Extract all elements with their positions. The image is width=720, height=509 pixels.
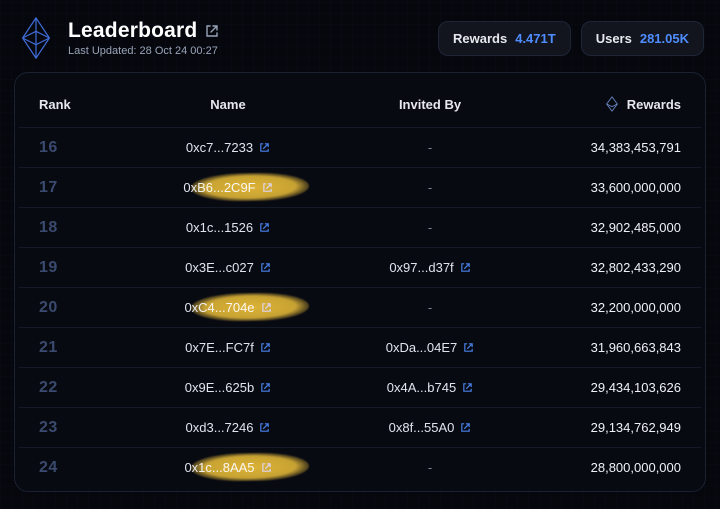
external-link-icon[interactable] bbox=[205, 24, 219, 38]
empty-value: - bbox=[428, 180, 432, 195]
header-left: Leaderboard Last Updated: 28 Oct 24 00:2… bbox=[16, 16, 219, 60]
invited-by-cell: - bbox=[329, 300, 531, 315]
table-row[interactable]: 22 0x9E...625b 0x4A...b745 29,434,103,626 bbox=[19, 367, 701, 407]
invited-by-cell: - bbox=[329, 180, 531, 195]
address-link[interactable]: 0xd3...7246 bbox=[186, 420, 254, 435]
rewards-pill: Rewards 4.471T bbox=[438, 21, 571, 56]
rewards-cell: 31,960,663,843 bbox=[531, 340, 681, 355]
external-link-icon[interactable] bbox=[261, 462, 272, 473]
table-body: 16 0xc7...7233 - 34,383,453,791 17 0xB6...2C9… bbox=[19, 127, 701, 487]
empty-value: - bbox=[428, 140, 432, 155]
address-link[interactable]: 0x8f...55A0 bbox=[389, 420, 455, 435]
address-link[interactable]: 0xDa...04E7 bbox=[386, 340, 458, 355]
col-rewards: Rewards bbox=[531, 96, 681, 112]
address-link[interactable]: 0x97...d37f bbox=[389, 260, 453, 275]
invited-by-cell: - bbox=[329, 140, 531, 155]
invited-by-cell: - bbox=[329, 220, 531, 235]
eth-mini-icon bbox=[605, 96, 619, 112]
table-row[interactable]: 23 0xd3...7246 0x8f...55A0 29,134,762,949 bbox=[19, 407, 701, 447]
rank-cell: 24 bbox=[39, 459, 127, 477]
rank-cell: 17 bbox=[39, 179, 127, 197]
empty-value: - bbox=[428, 460, 432, 475]
external-link-icon[interactable] bbox=[460, 422, 471, 433]
col-rank: Rank bbox=[39, 97, 127, 112]
col-rewards-label: Rewards bbox=[627, 97, 681, 112]
rank-cell: 22 bbox=[39, 379, 127, 397]
leaderboard-panel: Rank Name Invited By Rewards 16 0xc7...72… bbox=[14, 72, 706, 492]
invited-by-cell: - bbox=[329, 460, 531, 475]
page-title: Leaderboard bbox=[68, 19, 197, 43]
rewards-cell: 28,800,000,000 bbox=[531, 460, 681, 475]
eth-logo-icon bbox=[16, 16, 56, 60]
rank-cell: 16 bbox=[39, 139, 127, 157]
rewards-cell: 32,902,485,000 bbox=[531, 220, 681, 235]
rewards-cell: 34,383,453,791 bbox=[531, 140, 681, 155]
name-cell[interactable]: 0x1c...1526 bbox=[127, 220, 329, 235]
address-link[interactable]: 0x3E...c027 bbox=[185, 260, 254, 275]
invited-by-cell[interactable]: 0x8f...55A0 bbox=[329, 420, 531, 435]
rewards-cell: 32,802,433,290 bbox=[531, 260, 681, 275]
table-row[interactable]: 19 0x3E...c027 0x97...d37f 32,802,433,290 bbox=[19, 247, 701, 287]
name-cell[interactable]: 0x9E...625b bbox=[127, 380, 329, 395]
external-link-icon[interactable] bbox=[460, 262, 471, 273]
last-updated: Last Updated: 28 Oct 24 00:27 bbox=[68, 45, 219, 57]
rewards-cell: 33,600,000,000 bbox=[531, 180, 681, 195]
rewards-cell: 29,434,103,626 bbox=[531, 380, 681, 395]
name-cell[interactable]: 0x1c...8AA5 bbox=[127, 460, 329, 475]
invited-by-cell[interactable]: 0xDa...04E7 bbox=[329, 340, 531, 355]
external-link-icon[interactable] bbox=[259, 222, 270, 233]
address-link[interactable]: 0xc7...7233 bbox=[186, 140, 253, 155]
rewards-label: Rewards bbox=[453, 31, 507, 46]
empty-value: - bbox=[428, 220, 432, 235]
external-link-icon[interactable] bbox=[462, 382, 473, 393]
external-link-icon[interactable] bbox=[259, 142, 270, 153]
external-link-icon[interactable] bbox=[260, 342, 271, 353]
empty-value: - bbox=[428, 300, 432, 315]
external-link-icon[interactable] bbox=[259, 422, 270, 433]
users-label: Users bbox=[596, 31, 632, 46]
table-row[interactable]: 16 0xc7...7233 - 34,383,453,791 bbox=[19, 127, 701, 167]
name-cell[interactable]: 0xB6...2C9F bbox=[127, 180, 329, 195]
address-link[interactable]: 0x9E...625b bbox=[185, 380, 254, 395]
table-row[interactable]: 20 0xC4...704e - 32,200,000,000 bbox=[19, 287, 701, 327]
users-pill: Users 281.05K bbox=[581, 21, 704, 56]
address-link[interactable]: 0x1c...1526 bbox=[186, 220, 253, 235]
address-link[interactable]: 0x4A...b745 bbox=[387, 380, 456, 395]
header: Leaderboard Last Updated: 28 Oct 24 00:2… bbox=[14, 12, 706, 72]
header-right: Rewards 4.471T Users 281.05K bbox=[438, 21, 704, 56]
rank-cell: 20 bbox=[39, 299, 127, 317]
name-cell[interactable]: 0xc7...7233 bbox=[127, 140, 329, 155]
rank-cell: 18 bbox=[39, 219, 127, 237]
name-cell[interactable]: 0xC4...704e bbox=[127, 300, 329, 315]
external-link-icon[interactable] bbox=[260, 262, 271, 273]
external-link-icon[interactable] bbox=[262, 182, 273, 193]
address-link[interactable]: 0x7E...FC7f bbox=[185, 340, 254, 355]
name-cell[interactable]: 0xd3...7246 bbox=[127, 420, 329, 435]
title-row: Leaderboard bbox=[68, 19, 219, 43]
invited-by-cell[interactable]: 0x4A...b745 bbox=[329, 380, 531, 395]
table-row[interactable]: 17 0xB6...2C9F - 33,600,000,000 bbox=[19, 167, 701, 207]
rank-cell: 19 bbox=[39, 259, 127, 277]
rewards-cell: 32,200,000,000 bbox=[531, 300, 681, 315]
name-cell[interactable]: 0x7E...FC7f bbox=[127, 340, 329, 355]
table-row[interactable]: 24 0x1c...8AA5 - 28,800,000,000 bbox=[19, 447, 701, 487]
external-link-icon[interactable] bbox=[260, 382, 271, 393]
table-row[interactable]: 18 0x1c...1526 - 32,902,485,000 bbox=[19, 207, 701, 247]
users-value: 281.05K bbox=[640, 31, 689, 46]
rank-cell: 23 bbox=[39, 419, 127, 437]
address-link[interactable]: 0x1c...8AA5 bbox=[184, 460, 254, 475]
address-link[interactable]: 0xC4...704e bbox=[184, 300, 254, 315]
col-name: Name bbox=[127, 97, 329, 112]
external-link-icon[interactable] bbox=[463, 342, 474, 353]
table-header: Rank Name Invited By Rewards bbox=[19, 81, 701, 127]
name-cell[interactable]: 0x3E...c027 bbox=[127, 260, 329, 275]
rewards-value: 4.471T bbox=[515, 31, 555, 46]
address-link[interactable]: 0xB6...2C9F bbox=[183, 180, 255, 195]
rewards-cell: 29,134,762,949 bbox=[531, 420, 681, 435]
invited-by-cell[interactable]: 0x97...d37f bbox=[329, 260, 531, 275]
col-invited-by: Invited By bbox=[329, 97, 531, 112]
table-row[interactable]: 21 0x7E...FC7f 0xDa...04E7 31,960,663,843 bbox=[19, 327, 701, 367]
external-link-icon[interactable] bbox=[261, 302, 272, 313]
rank-cell: 21 bbox=[39, 339, 127, 357]
